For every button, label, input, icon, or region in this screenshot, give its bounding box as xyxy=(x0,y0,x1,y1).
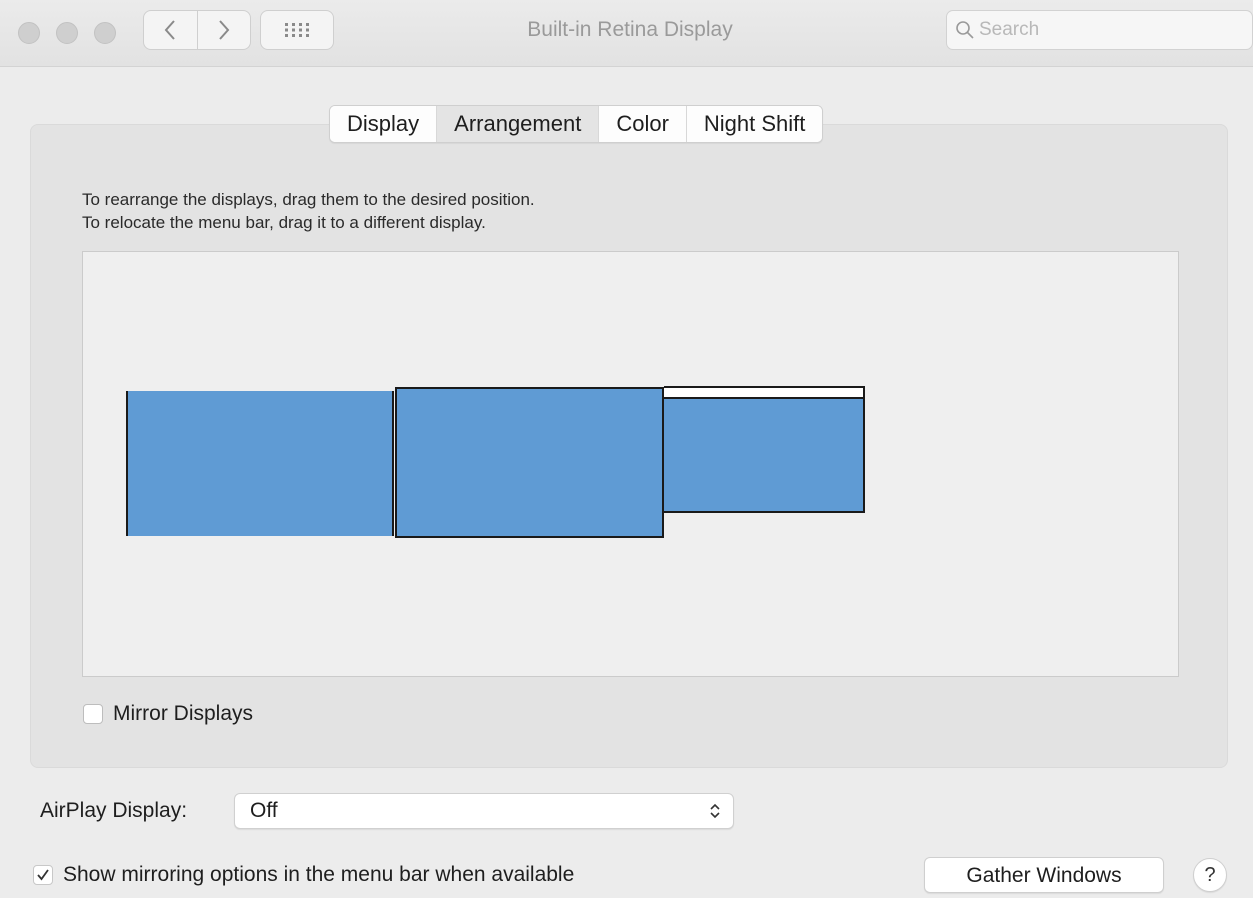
display-thumbnail-1[interactable] xyxy=(126,391,394,536)
mirror-displays-option: Mirror Displays xyxy=(83,702,253,726)
mirror-displays-label: Mirror Displays xyxy=(113,702,254,725)
updown-chevron-icon xyxy=(710,803,720,819)
back-button[interactable] xyxy=(144,11,197,49)
system-preferences-window: Built-in Retina Display Display Arrangem… xyxy=(0,0,1253,898)
show-mirroring-option: Show mirroring options in the menu bar w… xyxy=(33,863,574,887)
close-window-button[interactable] xyxy=(18,22,40,44)
mirror-displays-checkbox[interactable] xyxy=(83,704,103,724)
search-field[interactable] xyxy=(946,10,1253,50)
tab-display[interactable]: Display xyxy=(330,106,437,142)
help-button[interactable]: ? xyxy=(1193,858,1227,892)
tab-bar: Display Arrangement Color Night Shift xyxy=(329,105,824,143)
show-all-button[interactable] xyxy=(260,10,334,50)
gather-windows-button[interactable]: Gather Windows xyxy=(924,857,1164,893)
show-mirroring-checkbox[interactable] xyxy=(33,865,53,885)
display-arrangement-area xyxy=(82,251,1179,677)
instruction-line-2: To relocate the menu bar, drag it to a d… xyxy=(82,213,486,232)
magnifier-icon xyxy=(956,21,974,39)
display-thumbnail-3[interactable] xyxy=(664,386,865,513)
window-title: Built-in Retina Display xyxy=(527,18,733,41)
menu-bar-handle[interactable] xyxy=(664,388,863,399)
tab-arrangement[interactable]: Arrangement xyxy=(436,106,599,142)
zoom-window-button[interactable] xyxy=(94,22,116,44)
show-mirroring-label: Show mirroring options in the menu bar w… xyxy=(63,863,575,886)
instruction-line-1: To rearrange the displays, drag them to … xyxy=(82,190,535,209)
airplay-display-label: AirPlay Display: xyxy=(40,799,188,822)
tab-night-shift[interactable]: Night Shift xyxy=(685,106,823,142)
display-thumbnail-2[interactable] xyxy=(395,387,664,538)
search-input[interactable] xyxy=(975,19,1239,41)
chevron-right-icon xyxy=(219,20,230,40)
airplay-display-popup[interactable]: Off xyxy=(234,793,734,829)
navigation-buttons xyxy=(143,10,251,50)
airplay-display-value: Off xyxy=(250,799,278,822)
chevron-left-icon xyxy=(164,20,175,40)
grid-icon xyxy=(285,23,309,37)
forward-button[interactable] xyxy=(196,11,251,49)
tab-color[interactable]: Color xyxy=(598,106,686,142)
checkmark-icon xyxy=(37,869,49,881)
minimize-window-button[interactable] xyxy=(56,22,78,44)
arrangement-instructions: To rearrange the displays, drag them to … xyxy=(82,188,535,234)
title-bar: Built-in Retina Display xyxy=(0,0,1253,67)
